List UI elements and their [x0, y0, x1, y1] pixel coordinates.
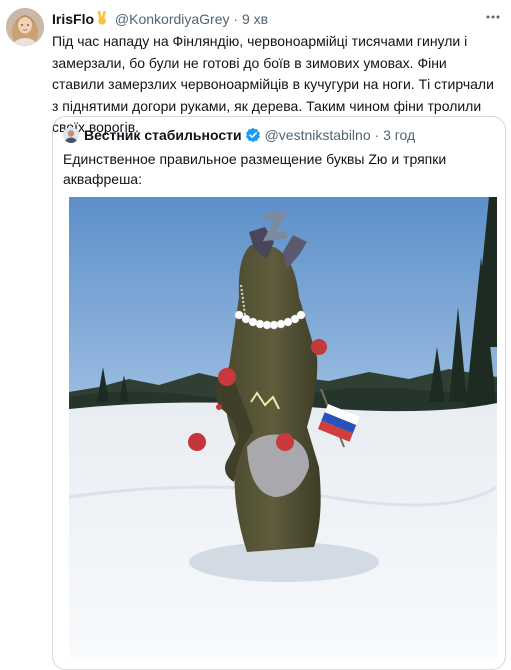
author-avatar[interactable] [6, 8, 44, 46]
quoted-tweet[interactable]: Вестник стабильности @vestnikstabilno · 3… [52, 116, 506, 670]
author-handle[interactable]: @KonkordiyaGrey [115, 11, 230, 27]
verified-badge-icon [245, 127, 261, 148]
dot-separator: · [374, 127, 380, 143]
quoted-tweet-text: Единственное правильное размещение буквы… [63, 151, 447, 187]
victory-hand-emoji-icon [95, 10, 109, 31]
dot-separator: · [233, 11, 239, 27]
author-name[interactable]: IrisFlo [52, 11, 94, 27]
tweet: IrisFlo @KonkordiyaGrey · 9 хв Під час н… [0, 0, 511, 670]
quoted-tweet-header: Вестник стабильности @vestnikstabilno · 3… [63, 125, 493, 145]
tweet-header: IrisFlo @KonkordiyaGrey · 9 хв [52, 9, 502, 29]
quoted-author-handle: @vestnikstabilno [264, 127, 371, 143]
tweet-time[interactable]: 9 хв [242, 11, 268, 27]
more-dots-icon[interactable] [483, 9, 503, 29]
quoted-tweet-time: 3 год [383, 127, 416, 143]
quoted-tweet-photo[interactable] [68, 197, 498, 657]
quoted-author-name: Вестник стабильности [84, 127, 242, 143]
quoted-author-avatar [63, 127, 79, 143]
